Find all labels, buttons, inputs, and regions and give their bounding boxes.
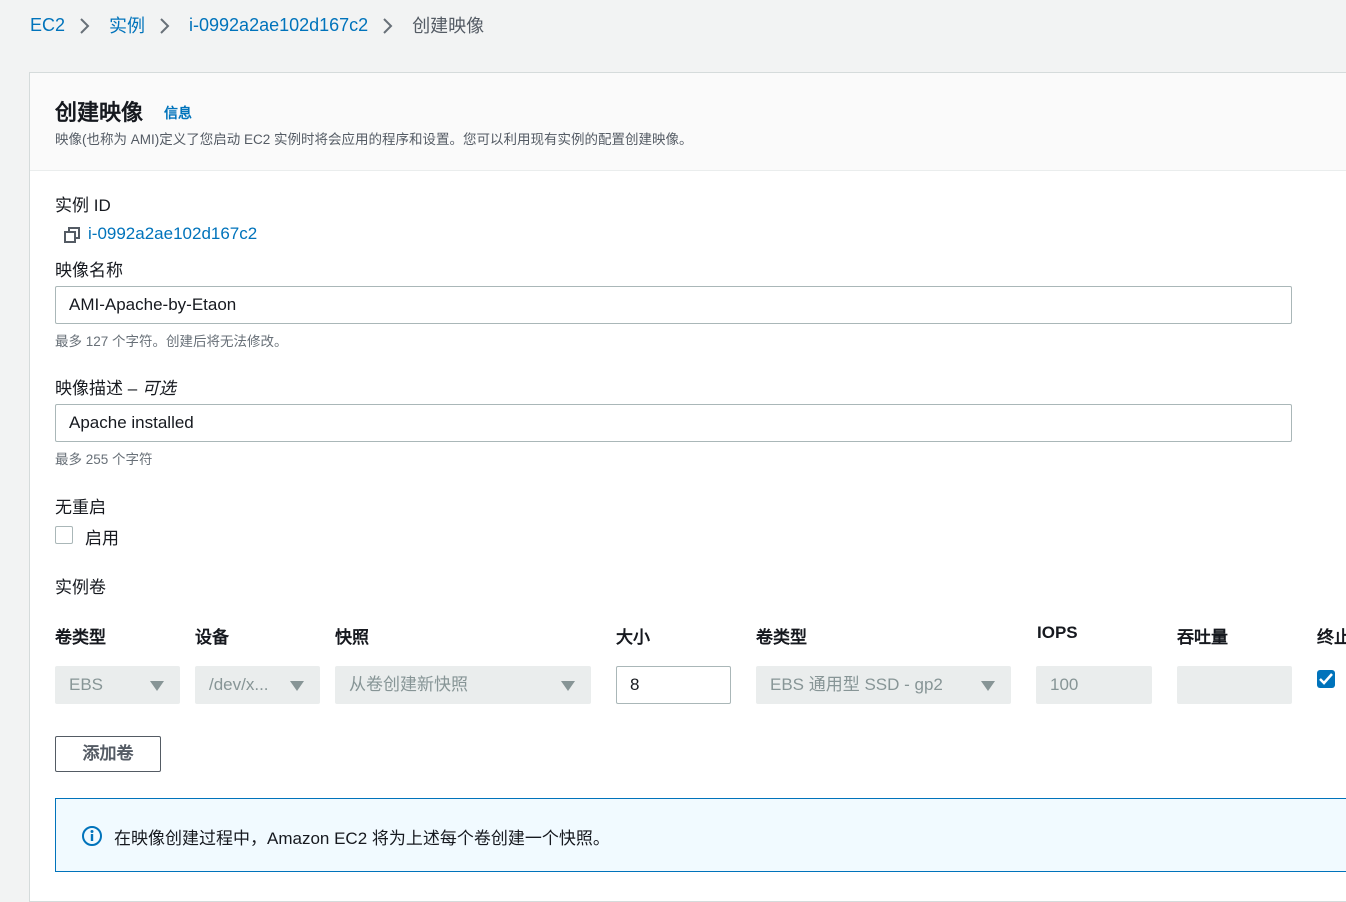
caret-down-icon — [981, 681, 995, 691]
device-select[interactable]: /dev/x... — [195, 666, 320, 704]
image-description-label-text: 映像描述 – — [55, 379, 142, 398]
iops-value: 100 — [1050, 675, 1079, 694]
snapshot-select[interactable]: 从卷创建新快照 — [335, 666, 591, 704]
col-header-iops: IOPS — [1037, 623, 1078, 642]
iops-field: 100 — [1036, 666, 1152, 704]
image-description-input[interactable] — [55, 404, 1292, 442]
ebs-type-value: EBS 通用型 SSD - gp2 — [770, 675, 943, 694]
instance-volumes-label: 实例卷 — [55, 578, 106, 597]
breadcrumb-instance-id[interactable]: i-0992a2ae102d167c2 — [189, 15, 368, 36]
breadcrumb: EC2 实例 i-0992a2ae102d167c2 创建映像 — [30, 12, 484, 38]
delete-on-termination-checkbox[interactable] — [1317, 670, 1335, 688]
chevron-right-icon — [376, 15, 404, 35]
col-header-ebs-type: 卷类型 — [756, 628, 807, 647]
alert-text: 在映像创建过程中，Amazon EC2 将为上述每个卷创建一个快照。 — [114, 829, 610, 848]
info-icon — [81, 825, 103, 847]
ebs-type-select[interactable]: EBS 通用型 SSD - gp2 — [756, 666, 1011, 704]
col-header-device: 设备 — [195, 628, 229, 647]
throughput-field — [1177, 666, 1292, 704]
breadcrumb-ec2[interactable]: EC2 — [30, 15, 65, 36]
volume-type-value: EBS — [69, 675, 104, 694]
no-reboot-label: 无重启 — [55, 498, 106, 517]
volume-size-input[interactable] — [616, 666, 731, 704]
no-reboot-checkbox[interactable] — [55, 526, 73, 544]
snapshot-value: 从卷创建新快照 — [349, 675, 468, 694]
image-name-input[interactable] — [55, 286, 1292, 324]
create-image-panel: 创建映像 信息 映像(也称为 AMI)定义了您启动 EC2 实例时将会应用的程序… — [29, 72, 1346, 902]
chevron-right-icon — [73, 15, 101, 35]
col-header-volume-type: 卷类型 — [55, 628, 106, 647]
chevron-right-icon — [153, 15, 181, 35]
image-name-label: 映像名称 — [55, 261, 123, 280]
breadcrumb-current: 创建映像 — [412, 16, 485, 36]
page-description: 映像(也称为 AMI)定义了您启动 EC2 实例时将会应用的程序和设置。您可以利… — [55, 132, 693, 147]
instance-id-link[interactable]: i-0992a2ae102d167c2 — [88, 224, 257, 244]
col-header-delete-on-termination: 终止 — [1317, 628, 1346, 647]
caret-down-icon — [561, 681, 575, 691]
volume-type-select[interactable]: EBS — [55, 666, 180, 704]
info-link[interactable]: 信息 — [164, 103, 192, 123]
panel-header: 创建映像 信息 映像(也称为 AMI)定义了您启动 EC2 实例时将会应用的程序… — [30, 73, 1346, 171]
image-description-label: 映像描述 – 可选 — [55, 374, 176, 399]
caret-down-icon — [290, 681, 304, 691]
copy-icon[interactable] — [62, 225, 82, 245]
breadcrumb-instances[interactable]: 实例 — [109, 12, 145, 38]
image-name-hint: 最多 127 个字符。创建后将无法修改。 — [55, 334, 288, 349]
add-volume-button[interactable]: 添加卷 — [55, 736, 161, 772]
col-header-snapshot: 快照 — [335, 628, 369, 647]
optional-tag: 可选 — [141, 379, 176, 398]
checkmark-icon — [1319, 673, 1333, 685]
col-header-throughput: 吞吐量 — [1177, 628, 1228, 647]
info-alert: 在映像创建过程中，Amazon EC2 将为上述每个卷创建一个快照。 — [55, 798, 1346, 872]
image-description-hint: 最多 255 个字符 — [55, 452, 153, 467]
instance-id-label: 实例 ID — [55, 196, 111, 215]
caret-down-icon — [150, 681, 164, 691]
page-title: 创建映像 — [55, 100, 144, 125]
no-reboot-checkbox-label[interactable]: 启用 — [85, 524, 119, 549]
device-value: /dev/x... — [209, 675, 269, 694]
col-header-size: 大小 — [616, 628, 650, 647]
